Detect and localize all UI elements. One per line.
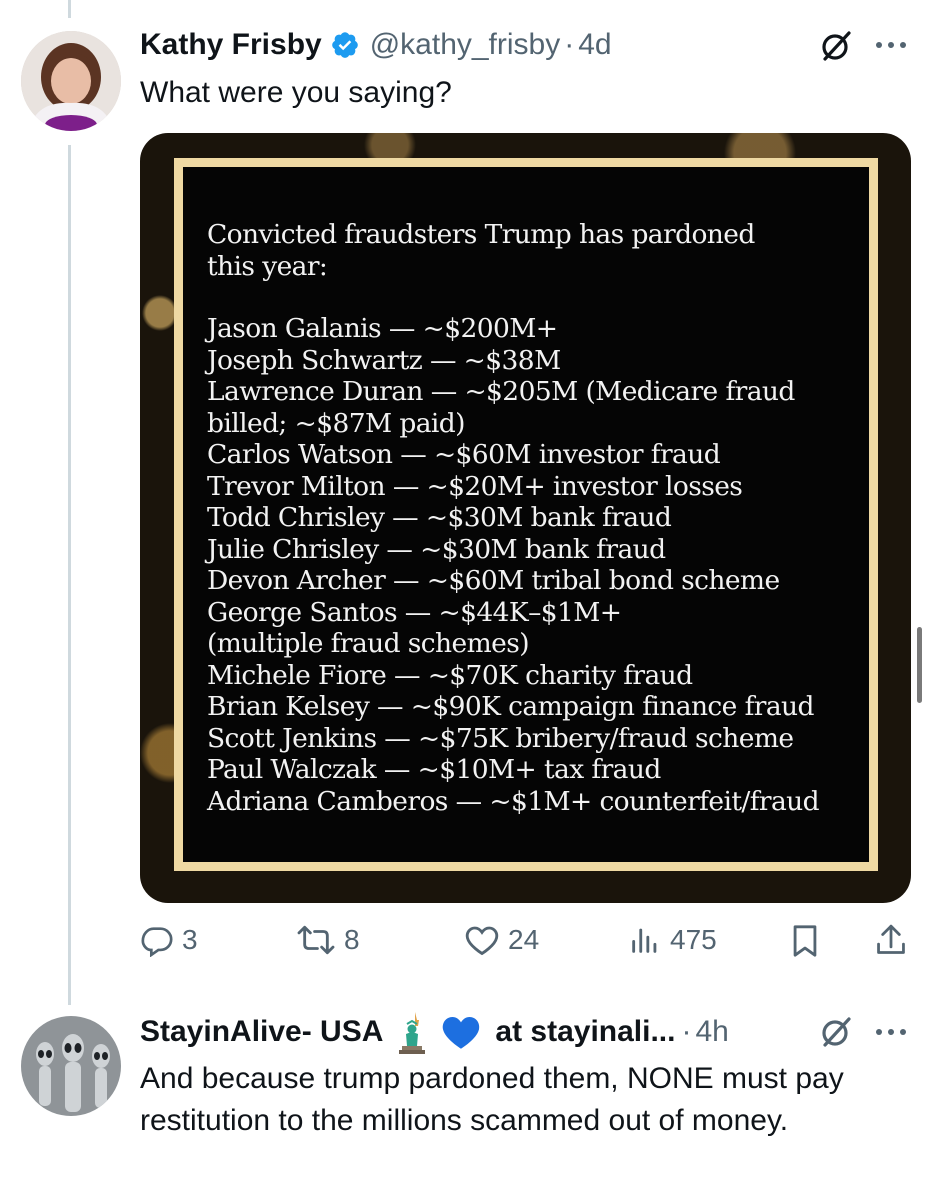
image-line: Julie Chrisley — ~$30M bank fraud (207, 533, 666, 565)
tweet-text: What were you saying? (140, 76, 452, 109)
image-text: Convicted fraudsters Trump has pardoned … (207, 219, 861, 817)
views-button[interactable]: 475 (628, 923, 717, 957)
views-count: 475 (670, 924, 717, 955)
thread-line-top (68, 0, 71, 18)
views-icon (628, 923, 662, 957)
verified-badge-icon (330, 30, 360, 60)
reply-count: 3 (182, 924, 198, 955)
image-line: Lawrence Duran — ~$205M (Medicare fraud … (207, 376, 795, 439)
repost-icon (296, 923, 336, 957)
display-name[interactable]: StayinAlive- USA (140, 1015, 383, 1049)
share-icon[interactable] (874, 922, 908, 958)
separator-dot: · (564, 28, 575, 61)
like-icon (464, 923, 500, 957)
like-button[interactable]: 24 (464, 923, 539, 957)
image-line: Trevor Milton — ~$20M+ investor losses (207, 470, 743, 502)
bookmark-icon[interactable] (789, 924, 821, 958)
reply-button[interactable]: 3 (140, 923, 198, 957)
avatar[interactable] (21, 1016, 121, 1116)
display-name-suffix[interactable]: at stayinali... (495, 1015, 675, 1049)
statue-of-liberty-icon (393, 1010, 429, 1054)
avatar[interactable] (21, 31, 121, 131)
image-line: Michele Fiore — ~$70K charity fraud (207, 659, 693, 691)
image-line: Carlos Watson — ~$60M investor fraud (207, 439, 721, 470)
image-line: Brian Kelsey — ~$90K campaign finance fr… (207, 691, 814, 722)
image-line: George Santos — ~$44K–$1M+ (multiple fra… (207, 596, 622, 660)
handle[interactable]: @kathy_frisby (370, 28, 561, 62)
tweet-image[interactable]: Convicted fraudsters Trump has pardoned … (140, 133, 911, 903)
image-line: Devon Archer — ~$60M tribal bond scheme (207, 565, 780, 596)
blue-heart-icon (441, 1013, 481, 1051)
more-icon[interactable] (874, 40, 908, 50)
separator-dot: · (681, 1015, 692, 1048)
thread-line (68, 145, 71, 1005)
grok-icon[interactable] (819, 1015, 853, 1049)
scrollbar[interactable] (917, 627, 922, 703)
image-line: Joseph Schwartz — ~$38M (207, 344, 561, 376)
image-line: Paul Walczak — ~$10M+ tax fraud (207, 754, 661, 785)
timestamp[interactable]: 4d (578, 28, 611, 62)
like-count: 24 (508, 924, 540, 955)
image-title: Convicted fraudsters Trump has pardoned … (207, 219, 755, 282)
image-line: Jason Galanis — ~$200M+ (207, 313, 558, 344)
image-line: Todd Chrisley — ~$30M bank fraud (207, 502, 672, 533)
image-frame: Convicted fraudsters Trump has pardoned … (174, 158, 878, 871)
grok-icon[interactable] (819, 29, 853, 63)
repost-button[interactable]: 8 (296, 923, 360, 957)
display-name[interactable]: Kathy Frisby (140, 28, 322, 62)
image-line: Adriana Camberos — ~$1M+ counterfeit/fra… (207, 785, 820, 817)
more-icon[interactable] (874, 1027, 908, 1037)
reply-icon (140, 923, 174, 957)
repost-count: 8 (344, 924, 360, 955)
timestamp[interactable]: 4h (695, 1015, 728, 1049)
image-line: Scott Jenkins — ~$75K bribery/fraud sche… (207, 722, 794, 754)
tweet-text: And because trump pardoned them, NONE mu… (140, 1062, 844, 1137)
